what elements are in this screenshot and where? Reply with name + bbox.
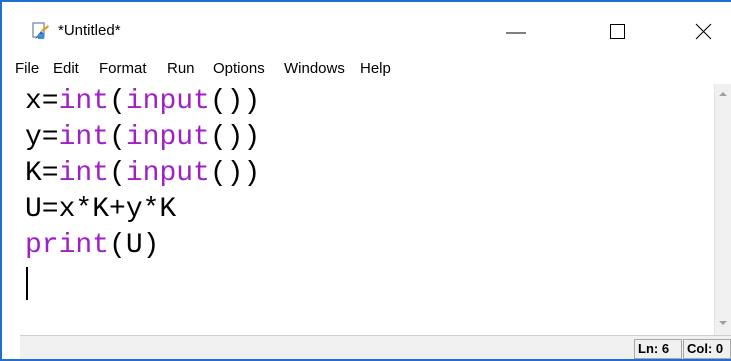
text-cursor	[26, 267, 28, 300]
close-icon	[695, 23, 712, 40]
close-button[interactable]	[682, 16, 728, 46]
scroll-up-arrow-icon[interactable]	[716, 87, 730, 101]
menu-file[interactable]: File	[15, 60, 39, 77]
menu-format[interactable]: Format	[99, 60, 147, 77]
maximize-button[interactable]	[594, 16, 640, 46]
vertical-scrollbar[interactable]	[714, 84, 731, 335]
idle-editor-window: *Untitled* File Edit Format Run Options …	[0, 0, 731, 361]
status-bar: Ln: 6 Col: 0	[20, 335, 731, 361]
menu-bar: File Edit Format Run Options Windows Hel…	[2, 54, 731, 84]
window-title: *Untitled*	[58, 22, 121, 39]
minimize-button[interactable]	[494, 16, 540, 46]
code-line-4: U=x*K+y*K	[25, 194, 177, 225]
menu-edit[interactable]: Edit	[53, 60, 79, 77]
code-line-1: x=int(input())	[25, 86, 261, 117]
code-line-2: y=int(input())	[25, 122, 261, 153]
code-editor[interactable]: x=int(input()) y=int(input()) K=int(inpu…	[20, 84, 714, 333]
status-column-number: Col: 0	[683, 339, 731, 359]
status-line-number: Ln: 6	[634, 339, 682, 359]
maximize-icon	[610, 24, 625, 39]
menu-run[interactable]: Run	[167, 60, 195, 77]
menu-help[interactable]: Help	[360, 60, 391, 77]
code-line-3: K=int(input())	[25, 158, 261, 189]
code-line-5: print(U)	[25, 230, 160, 261]
menu-options[interactable]: Options	[213, 60, 265, 77]
minimize-icon	[506, 32, 526, 34]
title-bar[interactable]: *Untitled*	[2, 2, 731, 54]
idle-editor-icon	[32, 22, 50, 40]
menu-windows[interactable]: Windows	[284, 60, 345, 77]
scroll-down-arrow-icon[interactable]	[716, 316, 730, 330]
